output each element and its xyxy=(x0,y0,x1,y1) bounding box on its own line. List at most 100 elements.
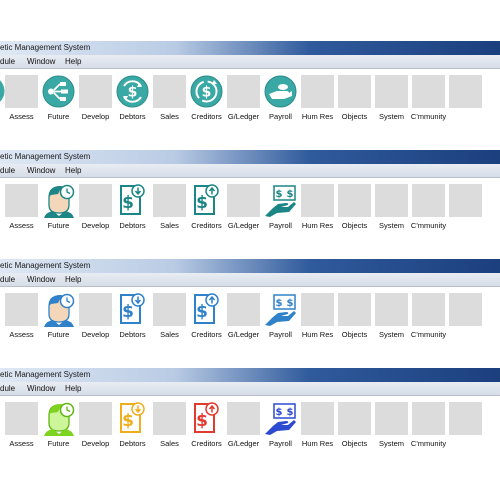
toolbar-button-community[interactable]: C'mmunity xyxy=(410,69,447,124)
toolbar-label: C'mmunity xyxy=(410,112,447,121)
toolbar-button-extra[interactable] xyxy=(447,287,484,342)
title-bar: etic Management System xyxy=(0,150,500,164)
window-title: etic Management System xyxy=(0,152,91,161)
assess-placeholder-icon xyxy=(5,402,38,435)
menu-bar: dule Window Help xyxy=(0,164,500,178)
develop-placeholder-icon xyxy=(79,402,112,435)
menu-module[interactable]: dule xyxy=(0,165,15,176)
svg-text:$: $ xyxy=(287,407,294,418)
menu-help[interactable]: Help xyxy=(65,165,81,176)
toolbar-label: C'mmunity xyxy=(410,221,447,230)
toolbar-button-extra[interactable] xyxy=(447,396,484,451)
toolbar-label: C'mmunity xyxy=(410,330,447,339)
svg-text:$: $ xyxy=(202,85,212,101)
svg-text:$: $ xyxy=(196,193,208,213)
menu-help[interactable]: Help xyxy=(65,56,81,67)
objects-placeholder-icon xyxy=(338,184,371,217)
gledger-placeholder-icon xyxy=(227,75,260,108)
sales-placeholder-icon xyxy=(153,184,186,217)
dollar-circle-out-icon: $ xyxy=(190,75,223,108)
assess-placeholder-icon xyxy=(5,75,38,108)
menu-module[interactable]: dule xyxy=(0,274,15,285)
document-dollar-down-icon: $ xyxy=(120,402,145,433)
community-placeholder-icon xyxy=(412,75,445,108)
title-bar: etic Management System xyxy=(0,368,500,382)
title-bar: etic Management System xyxy=(0,41,500,55)
objects-placeholder-icon xyxy=(338,293,371,326)
document-dollar-down-icon: $ xyxy=(120,293,145,324)
hand-banknote-icon: $ $ xyxy=(265,403,296,435)
sales-placeholder-icon xyxy=(153,402,186,435)
toolbar-button-extra[interactable] xyxy=(447,178,484,233)
menu-help[interactable]: Help xyxy=(65,274,81,285)
menu-window[interactable]: Window xyxy=(27,165,55,176)
hand-banknote-icon: $ $ xyxy=(265,185,296,217)
module-toolbar: Assess Future Develop $ Debtors Sales $ … xyxy=(0,69,500,124)
develop-placeholder-icon xyxy=(79,184,112,217)
svg-text:$: $ xyxy=(122,193,134,213)
module-toolbar: Assess Future Develop $ Debtors Sales $ … xyxy=(0,178,500,233)
dollar-circle-in-icon: $ xyxy=(116,75,149,108)
sales-placeholder-icon xyxy=(153,75,186,108)
head-clock-icon xyxy=(44,293,75,327)
humres-placeholder-icon xyxy=(301,293,334,326)
module-toolbar: Assess Future Develop $ Debtors Sales $ … xyxy=(0,396,500,451)
window-title: etic Management System xyxy=(0,370,91,379)
system-placeholder-icon xyxy=(375,402,408,435)
extra-placeholder-icon xyxy=(449,402,482,435)
extra-placeholder-icon xyxy=(449,184,482,217)
toolbar-button-community[interactable]: C'mmunity xyxy=(410,287,447,342)
menu-bar: dule Window Help xyxy=(0,273,500,287)
menu-bar: dule Window Help xyxy=(0,55,500,69)
system-placeholder-icon xyxy=(375,184,408,217)
extra-placeholder-icon xyxy=(449,293,482,326)
svg-text:$: $ xyxy=(287,189,294,200)
toolbar-button-extra[interactable] xyxy=(447,69,484,124)
title-bar: etic Management System xyxy=(0,259,500,273)
menu-window[interactable]: Window xyxy=(27,383,55,394)
humres-placeholder-icon xyxy=(301,184,334,217)
toolbar-button-community[interactable]: C'mmunity xyxy=(410,178,447,233)
community-placeholder-icon xyxy=(412,293,445,326)
head-clock-icon xyxy=(44,402,75,436)
toolbar-label: C'mmunity xyxy=(410,439,447,448)
hand-banknote-icon: $ $ xyxy=(265,294,296,326)
document-dollar-up-icon: $ xyxy=(194,293,219,324)
menu-module[interactable]: dule xyxy=(0,56,15,67)
develop-placeholder-icon xyxy=(79,293,112,326)
hand-coin-icon xyxy=(264,75,297,108)
menu-bar: dule Window Help xyxy=(0,382,500,396)
svg-text:$: $ xyxy=(196,302,208,322)
svg-text:$: $ xyxy=(122,411,134,431)
window-title: etic Management System xyxy=(0,261,91,270)
menu-help[interactable]: Help xyxy=(65,383,81,394)
menu-window[interactable]: Window xyxy=(27,274,55,285)
window-title: etic Management System xyxy=(0,43,91,52)
objects-placeholder-icon xyxy=(338,402,371,435)
objects-placeholder-icon xyxy=(338,75,371,108)
head-clock-icon xyxy=(44,184,75,218)
humres-placeholder-icon xyxy=(301,402,334,435)
network-branch-icon xyxy=(42,75,75,108)
svg-text:$: $ xyxy=(122,302,134,322)
system-placeholder-icon xyxy=(375,293,408,326)
svg-text:$: $ xyxy=(276,189,283,200)
app-window-variant-1: etic Management System dule Window Help … xyxy=(0,41,500,130)
community-placeholder-icon xyxy=(412,402,445,435)
svg-text:$: $ xyxy=(276,298,283,309)
document-dollar-up-icon: $ xyxy=(194,402,219,433)
assess-placeholder-icon xyxy=(5,184,38,217)
menu-module[interactable]: dule xyxy=(0,383,15,394)
humres-placeholder-icon xyxy=(301,75,334,108)
svg-text:$: $ xyxy=(196,411,208,431)
toolbar-button-community[interactable]: C'mmunity xyxy=(410,396,447,451)
app-window-variant-4: etic Management System dule Window Help … xyxy=(0,368,500,457)
svg-text:$: $ xyxy=(276,407,283,418)
gledger-placeholder-icon xyxy=(227,184,260,217)
extra-placeholder-icon xyxy=(449,75,482,108)
sales-placeholder-icon xyxy=(153,293,186,326)
svg-text:$: $ xyxy=(128,85,138,101)
community-placeholder-icon xyxy=(412,184,445,217)
menu-window[interactable]: Window xyxy=(27,56,55,67)
module-toolbar: Assess Future Develop $ Debtors Sales $ … xyxy=(0,287,500,342)
